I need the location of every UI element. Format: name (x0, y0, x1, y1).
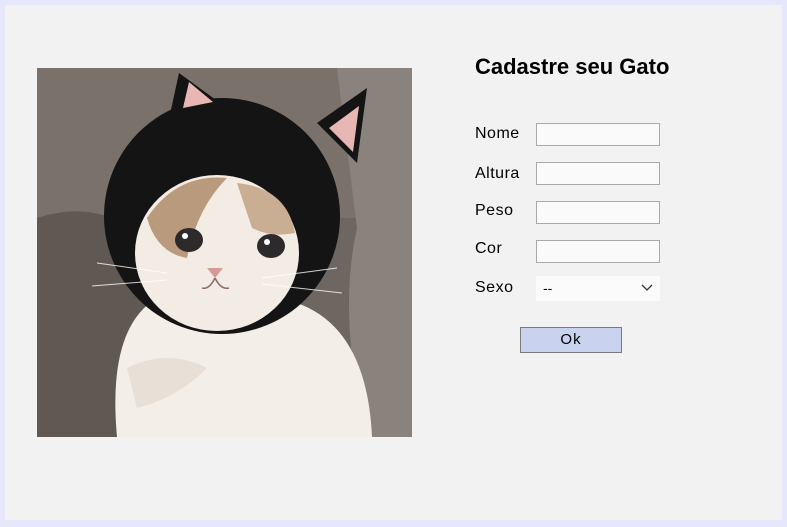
altura-label: Altura (475, 165, 520, 182)
cat-photo (37, 68, 412, 437)
cat-photo-illustration (37, 68, 412, 437)
ok-button[interactable]: Ok (520, 327, 622, 353)
nome-input[interactable] (536, 123, 660, 146)
altura-input[interactable] (536, 162, 660, 185)
sexo-selected-value: -- (543, 280, 553, 296)
page-title: Cadastre seu Gato (475, 54, 670, 79)
peso-label: Peso (475, 202, 514, 219)
cor-label: Cor (475, 240, 503, 257)
peso-input[interactable] (536, 201, 660, 224)
sexo-label: Sexo (475, 279, 514, 296)
chevron-down-icon (641, 284, 653, 291)
form-panel: Cadastre seu Gato Nome Altura Peso Cor S… (5, 5, 782, 520)
nome-label: Nome (475, 125, 520, 142)
sexo-select[interactable]: -- (536, 276, 660, 301)
cor-input[interactable] (536, 240, 660, 263)
